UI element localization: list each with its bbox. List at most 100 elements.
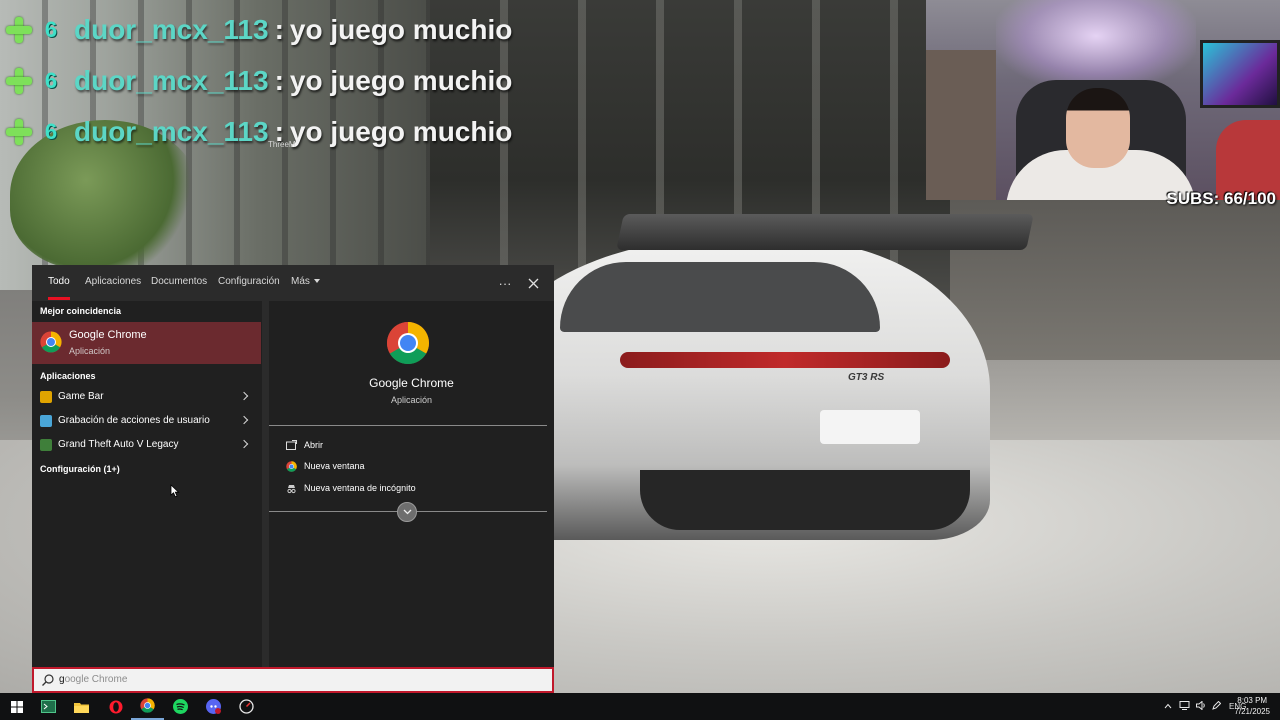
- tab-label: Configuración: [218, 276, 280, 287]
- tab-label: Documentos: [151, 276, 208, 287]
- chevron-down-icon: [403, 509, 411, 515]
- volume-icon[interactable]: [1196, 700, 1206, 712]
- opera-icon[interactable]: [99, 693, 132, 720]
- g-badge-icon: 6: [44, 16, 58, 42]
- tab-documentos[interactable]: Documentos: [151, 265, 207, 301]
- best-match-result[interactable]: Google Chrome Aplicación: [32, 322, 261, 364]
- webcam-monitor: [1200, 40, 1280, 108]
- result-gta-v[interactable]: Grand Theft Auto V Legacy: [32, 433, 261, 457]
- chevron-right-icon[interactable]: [239, 415, 249, 425]
- webcam-shelf: [926, 50, 996, 200]
- result-label: Grabación de acciones de usuario: [58, 415, 210, 426]
- chat-text: yo juego muchio: [289, 13, 513, 45]
- car-plate: [820, 410, 920, 444]
- pen-icon[interactable]: [1212, 700, 1222, 712]
- expand-button[interactable]: [397, 502, 417, 522]
- chrome-icon: [386, 322, 430, 365]
- action-incognito[interactable]: Nueva ventana de incógnito: [285, 479, 416, 497]
- chat-username: duor_mcx_113: [74, 64, 269, 96]
- chat-text: yo juego muchio: [289, 115, 513, 147]
- terminal-icon[interactable]: [32, 693, 65, 720]
- chat-message: 6 duor_mcx_113 : yo juego muchio: [4, 4, 512, 55]
- action-label: Abrir: [304, 440, 324, 450]
- apps-heading: Aplicaciones: [40, 371, 96, 381]
- clock-date: 7/21/2025: [1234, 707, 1270, 716]
- results-list: Mejor coincidencia Google Chrome Aplicac…: [32, 301, 262, 667]
- best-match-heading: Mejor coincidencia: [40, 306, 122, 316]
- plus-badge-icon: [4, 15, 34, 45]
- best-match-name: Google Chrome: [69, 329, 147, 341]
- chat-message: 6 duor_mcx_113 : yo juego muchio: [4, 55, 512, 106]
- g-badge-icon: 6: [44, 118, 58, 144]
- chrome-icon[interactable]: [131, 693, 164, 720]
- webcam-red-object: [1216, 120, 1280, 200]
- chrome-icon: [285, 460, 297, 472]
- action-open[interactable]: Abrir: [285, 436, 323, 454]
- close-icon[interactable]: [522, 272, 544, 294]
- g-badge-icon: 6: [44, 67, 58, 93]
- discord-icon[interactable]: [197, 693, 230, 720]
- result-steps-recorder[interactable]: Grabación de acciones de usuario: [32, 409, 261, 433]
- stream-chat: 6 duor_mcx_113 : yo juego muchio 6 duor_…: [4, 4, 512, 157]
- gta-icon: [40, 439, 52, 451]
- chat-watermark: ThreeM: [268, 140, 296, 149]
- divider: [269, 425, 547, 426]
- streamer-head: [1066, 88, 1130, 168]
- steps-recorder-icon: [40, 415, 52, 427]
- tab-configuracion[interactable]: Configuración: [218, 265, 280, 301]
- incognito-icon: [285, 482, 297, 494]
- chevron-right-icon[interactable]: [239, 391, 249, 401]
- chat-username: duor_mcx_113: [74, 13, 269, 45]
- tab-aplicaciones[interactable]: Aplicaciones: [85, 265, 141, 301]
- tab-todo[interactable]: Todo: [40, 265, 78, 301]
- tab-label: Aplicaciones: [85, 276, 142, 287]
- action-label: Nueva ventana de incógnito: [304, 483, 416, 493]
- search-icon: [42, 674, 54, 686]
- mouse-cursor-icon: [170, 484, 180, 498]
- file-explorer-icon[interactable]: [65, 693, 98, 720]
- car-wing: [616, 214, 1034, 250]
- game-bar-icon: [40, 391, 52, 403]
- tab-label: Todo: [48, 276, 70, 287]
- open-icon: [285, 439, 297, 451]
- active-tab-indicator: [48, 297, 70, 300]
- clock-time: 8:03 PM: [1237, 696, 1268, 705]
- result-game-bar[interactable]: Game Bar: [32, 385, 261, 409]
- network-icon[interactable]: [1179, 701, 1190, 712]
- ellipsis-icon[interactable]: ···: [494, 272, 516, 294]
- chevron-down-icon: [313, 279, 320, 284]
- chevron-up-icon[interactable]: [1164, 702, 1172, 711]
- chat-message: 6 duor_mcx_113 : yo juego muchio: [4, 106, 512, 157]
- action-new-window[interactable]: Nueva ventana: [285, 457, 365, 475]
- chat-separator: :: [274, 64, 284, 96]
- webcam-overlay: [926, 0, 1280, 200]
- tab-label: Más: [291, 276, 310, 287]
- plus-badge-icon: [4, 66, 34, 96]
- settings-heading[interactable]: Configuración (1+): [40, 464, 120, 474]
- best-match-type: Aplicación: [69, 346, 111, 356]
- spotify-icon[interactable]: [164, 693, 197, 720]
- chevron-right-icon[interactable]: [239, 439, 249, 449]
- task-monitor-icon[interactable]: [230, 693, 263, 720]
- plus-badge-icon: [4, 117, 34, 147]
- start-search-panel: Todo Aplicaciones Documentos Configuraci…: [32, 265, 554, 693]
- subs-counter: SUBS: 66/100: [1166, 189, 1276, 208]
- search-autocomplete: oogle Chrome: [64, 674, 128, 685]
- chrome-icon: [40, 331, 62, 353]
- car-window: [560, 262, 880, 332]
- search-tabs: Todo Aplicaciones Documentos Configuraci…: [32, 265, 554, 301]
- taskbar: ENG 8:03 PM 7/21/2025: [0, 693, 1280, 720]
- action-label: Nueva ventana: [304, 461, 365, 471]
- tab-mas[interactable]: Más: [291, 265, 320, 301]
- car-badge: GT3 RS: [848, 372, 885, 383]
- windows-start-icon[interactable]: [0, 693, 33, 720]
- result-label: Grand Theft Auto V Legacy: [58, 439, 179, 450]
- sidewalk: [950, 360, 1280, 450]
- search-input[interactable]: google Chrome: [32, 667, 554, 693]
- result-preview: Google Chrome Aplicación Abrir Nueva ven…: [269, 301, 554, 667]
- preview-app-type: Aplicación: [390, 395, 433, 405]
- clock[interactable]: 8:03 PM 7/21/2025: [1234, 695, 1270, 717]
- result-label: Game Bar: [58, 391, 104, 402]
- chat-separator: :: [274, 13, 284, 45]
- chat-text: yo juego muchio: [289, 64, 513, 96]
